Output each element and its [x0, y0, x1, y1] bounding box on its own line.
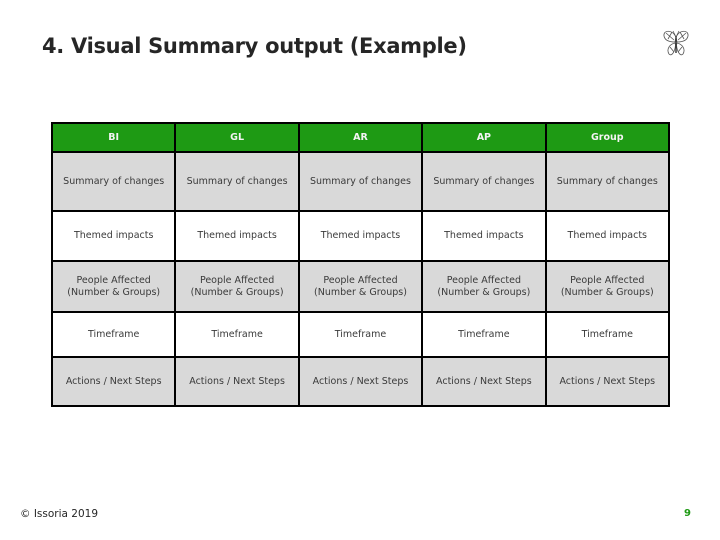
header-ar: AR: [297, 122, 424, 153]
table-row: People Affected (Number & Groups) People…: [50, 260, 671, 313]
table-cell: People Affected (Number & Groups): [174, 260, 300, 313]
copyright-footer: © Issoria 2019: [20, 508, 99, 520]
table-cell: Timeframe: [544, 311, 671, 358]
header-ap: AP: [421, 122, 547, 153]
butterfly-icon: [660, 27, 692, 59]
header-bi: BI: [50, 122, 177, 153]
table-cell: Timeframe: [50, 311, 177, 358]
table-cell: Actions / Next Steps: [50, 356, 177, 407]
table-cell: Actions / Next Steps: [297, 356, 424, 407]
visual-summary-table: BI GL AR AP Group Summary of changes Sum…: [50, 122, 671, 407]
table-cell: Summary of changes: [421, 151, 547, 212]
table-cell: People Affected (Number & Groups): [50, 260, 177, 313]
slide-title: 4. Visual Summary output (Example): [42, 34, 467, 58]
table-cell: Actions / Next Steps: [544, 356, 671, 407]
table-cell: Summary of changes: [50, 151, 177, 212]
table-cell: Themed impacts: [174, 210, 300, 262]
table-row: Actions / Next Steps Actions / Next Step…: [50, 356, 671, 407]
table-cell: Timeframe: [421, 311, 547, 358]
table-cell: Summary of changes: [544, 151, 671, 212]
table-cell: Timeframe: [174, 311, 300, 358]
table-cell: Actions / Next Steps: [421, 356, 547, 407]
table-row: Themed impacts Themed impacts Themed imp…: [50, 210, 671, 262]
table-cell: Actions / Next Steps: [174, 356, 300, 407]
table-row: Summary of changes Summary of changes Su…: [50, 151, 671, 212]
table-cell: Summary of changes: [297, 151, 424, 212]
header-group: Group: [544, 122, 671, 153]
table-cell: People Affected (Number & Groups): [297, 260, 424, 313]
page-number: 9: [684, 508, 691, 519]
table-cell: Summary of changes: [174, 151, 300, 212]
table-cell: Timeframe: [297, 311, 424, 358]
table-cell: Themed impacts: [544, 210, 671, 262]
table-cell: People Affected (Number & Groups): [421, 260, 547, 313]
table-row: Timeframe Timeframe Timeframe Timeframe …: [50, 311, 671, 358]
table-cell: Themed impacts: [421, 210, 547, 262]
table-cell: Themed impacts: [297, 210, 424, 262]
table-cell: Themed impacts: [50, 210, 177, 262]
table-header-row: BI GL AR AP Group: [50, 122, 671, 153]
header-gl: GL: [174, 122, 300, 153]
table-cell: People Affected (Number & Groups): [544, 260, 671, 313]
